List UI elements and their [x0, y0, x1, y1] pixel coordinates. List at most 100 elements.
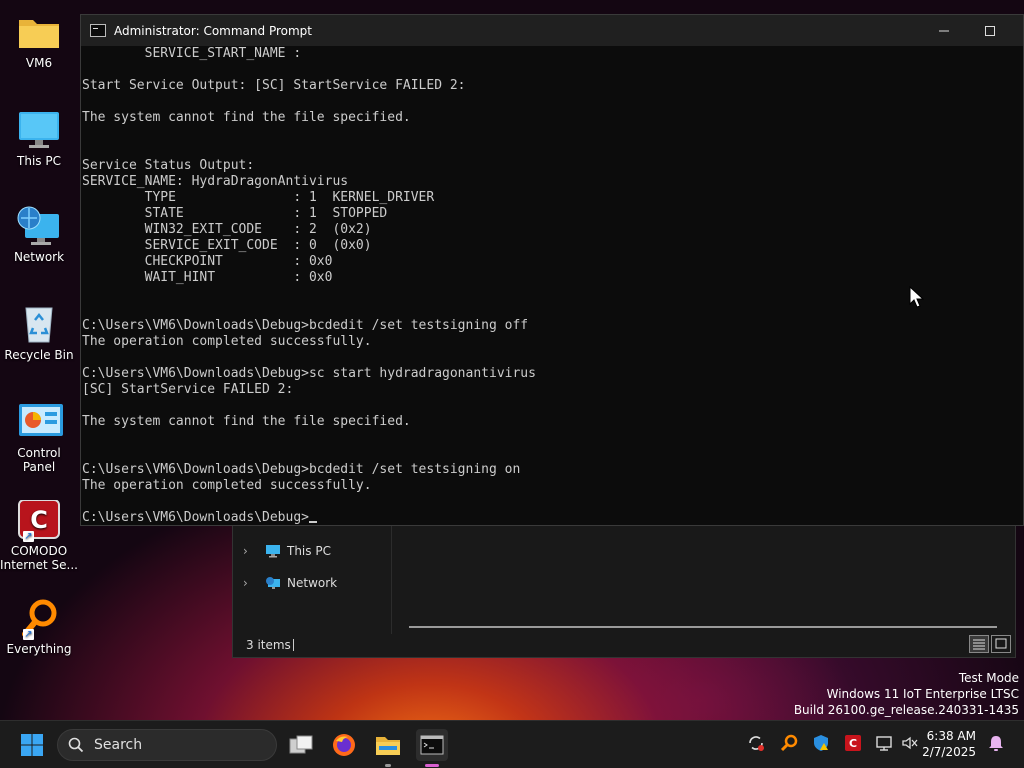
desktop-icon-label: This PC [17, 154, 61, 168]
windows-logo-icon [21, 734, 43, 756]
tray-everything-icon[interactable] [779, 733, 799, 753]
console-line: TYPE : 1 KERNEL_DRIVER [82, 190, 435, 205]
nav-item-label: Network [287, 576, 338, 590]
shortcut-arrow-icon: ↗ [23, 531, 34, 542]
taskbar-app-firefox[interactable] [328, 729, 360, 761]
running-indicator [385, 764, 391, 767]
desktop-icon-recycle-bin[interactable]: Recycle Bin [0, 294, 78, 362]
sync-icon [749, 736, 764, 751]
tray-volume-muted-icon[interactable] [900, 733, 920, 753]
file-explorer-window[interactable]: › This PC › Network 3 items [232, 526, 1016, 658]
nav-item-network[interactable]: › Network [243, 572, 337, 594]
console-line: STATE : 1 STOPPED [82, 206, 388, 221]
details-view-icon [973, 639, 985, 650]
desktop-icon-label: VM6 [25, 56, 53, 70]
desktop-icon-network[interactable]: Network [0, 196, 78, 264]
console-output[interactable]: SERVICE_START_NAME : Start Service Outpu… [81, 46, 1023, 526]
minimize-button[interactable] [921, 15, 967, 46]
nav-item-label: This PC [287, 544, 331, 558]
search-label: Search [94, 737, 143, 753]
details-view-button[interactable] [969, 635, 989, 653]
taskbar-clock[interactable]: 6:38 AM 2/7/2025 [922, 728, 976, 760]
taskbar: Search C 6:38 AM 2/7/2025 [0, 720, 1024, 768]
file-explorer-icon [376, 737, 400, 755]
desktop-icon-label: COMODO Internet Se... [0, 544, 78, 572]
clock-date: 2/7/2025 [922, 745, 976, 759]
recycle-bin-icon [17, 304, 61, 344]
console-line: SERVICE_START_NAME : [82, 46, 302, 61]
chevron-right-icon[interactable]: › [243, 544, 257, 558]
desktop-icon-comodo[interactable]: C ↗ COMODO Internet Se... [0, 490, 78, 572]
chevron-right-icon[interactable]: › [243, 576, 257, 590]
console-line: SERVICE_NAME: HydraDragonAntivirus [82, 174, 349, 189]
item-count: 3 items [246, 638, 291, 652]
large-icons-view-button[interactable] [991, 635, 1011, 653]
desktop-icon-vm6[interactable]: VM6 [0, 2, 78, 70]
desktop-icon-this-pc[interactable]: This PC [0, 100, 78, 168]
taskbar-app-file-explorer[interactable] [372, 729, 404, 767]
cmd-app-icon [90, 24, 106, 37]
folder-icon [17, 12, 61, 52]
svg-text:C: C [849, 737, 857, 750]
watermark-line-1: Test Mode [958, 671, 1019, 685]
status-divider [293, 639, 294, 651]
desktop-icon-control-panel[interactable]: Control Panel [0, 392, 78, 474]
console-line: C:\Users\VM6\Downloads\Debug>bcdedit /se… [82, 318, 529, 333]
task-view-button[interactable] [285, 729, 317, 761]
active-indicator [425, 764, 439, 767]
console-line: The operation completed successfully. [82, 334, 372, 349]
taskbar-app-command-prompt[interactable] [416, 729, 448, 767]
monitor-icon [266, 545, 280, 558]
tray-sync-icon[interactable] [746, 733, 766, 753]
shield-warning-icon [814, 735, 828, 751]
monitor-icon [17, 110, 61, 150]
console-line: The system cannot find the file specifie… [82, 110, 411, 125]
desktop-icon-label: Network [13, 250, 65, 264]
nav-item-this-pc[interactable]: › This PC [243, 540, 331, 562]
maximize-button[interactable] [967, 15, 1013, 46]
desktop-icon-label: Control Panel [17, 446, 61, 474]
task-view-icon [289, 735, 313, 754]
console-line: C:\Users\VM6\Downloads\Debug>bcdedit /se… [82, 462, 521, 477]
navigation-pane: › This PC › Network [233, 526, 392, 634]
desktop-icon-everything[interactable]: ↗ Everything [0, 588, 78, 656]
notification-bell-button[interactable] [986, 733, 1006, 753]
shortcut-arrow-icon: ↗ [23, 629, 34, 640]
test-mode-watermark: Test Mode Windows 11 IoT Enterprise LTSC… [794, 670, 1019, 718]
tray-network-icon[interactable] [874, 733, 894, 753]
command-prompt-window[interactable]: Administrator: Command Prompt SERVICE_ST… [80, 14, 1024, 526]
console-line: C:\Users\VM6\Downloads\Debug> [82, 510, 1023, 526]
console-line: The system cannot find the file specifie… [82, 414, 411, 429]
firefox-icon [333, 734, 355, 756]
tray-security-shield-icon[interactable] [811, 733, 831, 753]
console-line: The operation completed successfully. [82, 478, 372, 493]
watermark-line-2: Windows 11 IoT Enterprise LTSC [826, 687, 1019, 701]
taskbar-search-box[interactable]: Search [57, 729, 277, 761]
console-line: WIN32_EXIT_CODE : 2 (0x2) [82, 222, 372, 237]
window-titlebar[interactable]: Administrator: Command Prompt [81, 15, 1023, 46]
start-button[interactable] [16, 729, 48, 761]
volume-muted-icon [902, 736, 918, 750]
console-line: CHECKPOINT : 0x0 [82, 254, 333, 269]
network-status-icon [876, 736, 892, 751]
horizontal-scrollbar[interactable] [409, 626, 997, 628]
mouse-pointer-icon [909, 286, 925, 308]
svg-text:C: C [30, 506, 48, 534]
console-line: C:\Users\VM6\Downloads\Debug>sc start hy… [82, 366, 536, 381]
command-prompt-icon [420, 735, 444, 755]
notification-bell-icon [989, 736, 1003, 751]
everything-search-icon: ↗ [17, 598, 61, 640]
desktop-icon-label: Recycle Bin [4, 348, 74, 362]
maximize-icon [985, 25, 995, 36]
tray-comodo-icon[interactable]: C [843, 733, 863, 753]
status-bar: 3 items [233, 633, 1015, 657]
